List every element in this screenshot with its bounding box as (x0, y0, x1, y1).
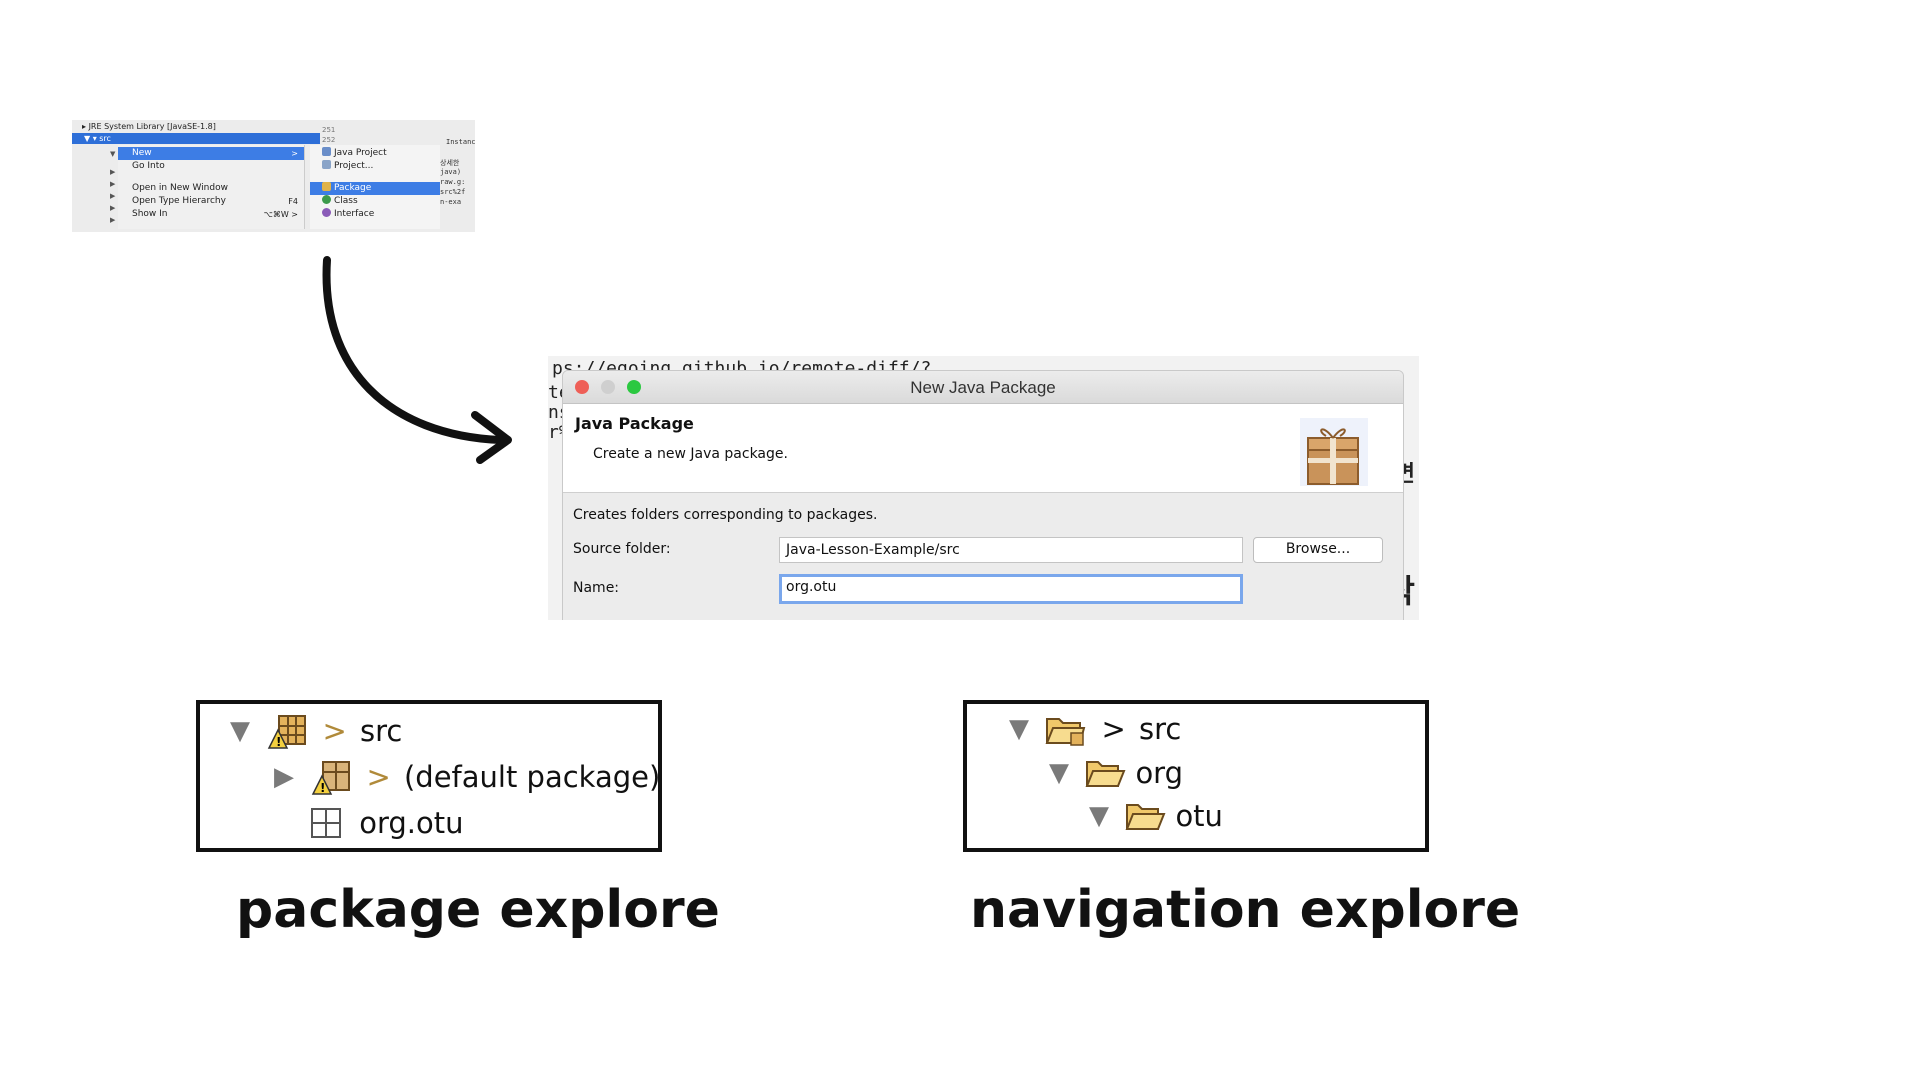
package-explorer-box: ▼ ! > src ▶ ! > (default package) org.ot… (196, 700, 662, 852)
empty-package-icon (311, 808, 341, 838)
tree-row-label: (default package) (403, 760, 661, 794)
menu-item-label: Class (334, 196, 358, 206)
dialog-screenshot: ps://egoing.github.io/remote-diff/? te n… (548, 356, 1419, 620)
source-folder-package-icon: ! (268, 715, 307, 749)
dialog-description: Create a new Java package. (593, 446, 788, 462)
tree-item-src-selected[interactable]: ▼ ▾ src (72, 133, 320, 144)
menu-item-label: Open in New Window (132, 183, 228, 193)
menu-item-label: Go Into (132, 161, 165, 171)
tree-item-jre[interactable]: ▸ JRE System Library [JavaSE-1.8] (82, 122, 216, 131)
tree-row-label: src (359, 714, 403, 748)
expand-arrow-icon[interactable]: ▶ (274, 762, 294, 792)
source-folder-label: Source folder: (573, 541, 671, 557)
curved-arrow-icon (322, 256, 512, 464)
default-package-icon: ! (312, 761, 351, 795)
tree-row-label: otu (1175, 799, 1223, 833)
package-explorer-caption: package explore (236, 880, 720, 940)
navigation-explorer-caption: navigation explore (970, 880, 1521, 940)
submenu-item-java-project[interactable]: Java Project (310, 147, 440, 160)
nav-row-src[interactable]: ▼ > src (1009, 710, 1181, 750)
menu-item-shortcut: F4 (288, 197, 298, 206)
menu-item-label: Show In (132, 209, 168, 219)
submenu-item-interface[interactable]: Interface (310, 208, 440, 221)
context-menu: New > Go Into Open in New Window Open Ty… (118, 145, 305, 229)
menu-item-label: Open Type Hierarchy (132, 196, 226, 206)
decorator-prefix: > (1101, 712, 1126, 746)
project-icon (322, 160, 331, 169)
code-line: n-exa (440, 198, 462, 206)
source-folder-field[interactable]: Java-Lesson-Example/src (779, 537, 1243, 563)
java-project-icon (322, 147, 331, 156)
new-submenu: Java Project Project... Package Class In… (310, 145, 440, 229)
tree-row-label: org.otu (359, 806, 464, 840)
code-line: raw.g: (440, 178, 466, 186)
info-text: Creates folders corresponding to package… (573, 507, 878, 523)
nav-row-org[interactable]: ▼ org (1049, 754, 1183, 794)
svg-text:!: ! (276, 735, 281, 749)
new-java-package-dialog: New Java Package Java Package Create a n… (562, 370, 1404, 620)
dialog-heading: Java Package (575, 414, 694, 433)
package-gift-icon (1300, 418, 1368, 486)
package-name-value: org.otu (786, 579, 837, 595)
decorator-prefix: > (322, 714, 347, 748)
line-number: 252 (322, 136, 336, 144)
code-line: 상세한 (440, 159, 460, 167)
code-line: src%2f (440, 188, 466, 196)
dialog-titlebar[interactable]: New Java Package (563, 371, 1403, 404)
tree-row-org-otu[interactable]: org.otu (308, 804, 464, 844)
source-folder-value: Java-Lesson-Example/src (786, 542, 960, 558)
tree-row-label: src (1138, 712, 1182, 746)
context-menu-screenshot: ▸ JRE System Library [JavaSE-1.8] ▼ ▾ sr… (72, 120, 475, 232)
navigation-explorer-box: ▼ > src ▼ org ▼ otu (963, 700, 1429, 852)
tree-row-default-package[interactable]: ▶ ! > (default package) (274, 758, 660, 798)
expand-icon[interactable]: ▶ (110, 180, 115, 188)
tree-row-label: org (1135, 756, 1184, 790)
expand-icon[interactable]: ▶ (110, 192, 115, 200)
dialog-banner: Java Package Create a new Java package. (563, 404, 1403, 493)
menu-item-open-new-window[interactable]: Open in New Window (118, 182, 304, 195)
submenu-arrow-icon: > (291, 149, 298, 158)
submenu-item-package[interactable]: Package (310, 182, 440, 195)
line-number: 251 (322, 126, 336, 134)
menu-item-shortcut: ⌥⌘W > (263, 210, 298, 219)
menu-item-show-in[interactable]: Show In ⌥⌘W > (118, 208, 304, 221)
package-icon (322, 182, 331, 191)
menu-item-new[interactable]: New > (118, 147, 304, 160)
package-name-input[interactable]: org.otu (779, 574, 1243, 604)
name-label: Name: (573, 580, 620, 596)
submenu-item-class[interactable]: Class (310, 195, 440, 208)
code-line: Instance.java)( (446, 138, 475, 146)
dialog-title: New Java Package (910, 378, 1056, 397)
menu-item-open-type-hierarchy[interactable]: Open Type Hierarchy F4 (118, 195, 304, 208)
svg-text:!: ! (320, 781, 325, 795)
menu-item-label: Java Project (334, 148, 387, 158)
collapse-arrow-icon[interactable]: ▼ (1009, 714, 1029, 744)
expand-icon[interactable]: ▼ (110, 150, 115, 158)
menu-item-label: Project... (334, 161, 374, 171)
nav-row-otu[interactable]: ▼ otu (1089, 797, 1223, 837)
menu-item-label: New (132, 148, 152, 158)
browse-label: Browse... (1285, 541, 1351, 557)
collapse-arrow-icon[interactable]: ▼ (230, 716, 250, 746)
source-folder-icon (1045, 718, 1086, 746)
tree-item-label: src (99, 134, 111, 143)
menu-item-label: Interface (334, 209, 375, 219)
open-folder-icon (1125, 804, 1166, 830)
menu-item-label: Package (334, 183, 372, 193)
tree-item-label: JRE System Library [JavaSE-1.8] (88, 122, 216, 131)
expand-icon[interactable]: ▶ (110, 204, 115, 212)
menu-item-go-into[interactable]: Go Into (118, 160, 304, 173)
expand-icon[interactable]: ▶ (110, 216, 115, 224)
code-line: java) (440, 168, 462, 176)
interface-icon (322, 208, 331, 217)
collapse-arrow-icon[interactable]: ▼ (1089, 801, 1109, 831)
open-folder-icon (1085, 761, 1126, 787)
collapse-arrow-icon[interactable]: ▼ (1049, 758, 1069, 788)
expand-icon[interactable]: ▶ (110, 168, 115, 176)
decorator-prefix: > (366, 760, 391, 794)
class-icon (322, 195, 331, 204)
submenu-item-project[interactable]: Project... (310, 160, 440, 173)
browse-button[interactable]: Browse... (1253, 537, 1383, 563)
tree-row-src[interactable]: ▼ ! > src (230, 712, 402, 752)
